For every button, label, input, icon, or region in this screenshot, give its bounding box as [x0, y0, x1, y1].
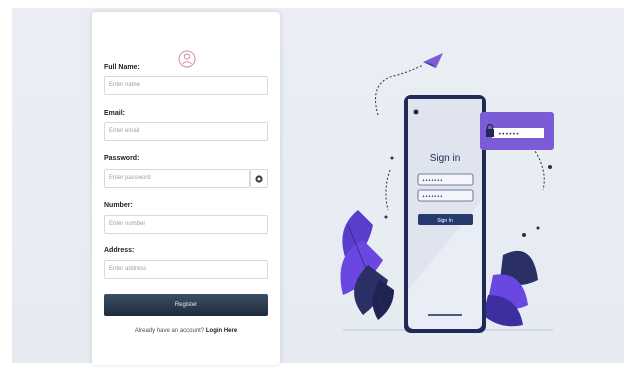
- phone-password-mask: •••••••: [422, 194, 443, 200]
- login-prompt: Already have an account? Login Here: [92, 328, 280, 334]
- eye-icon: [255, 174, 263, 183]
- number-input[interactable]: Enter number: [104, 215, 268, 234]
- number-label: Number:: [104, 202, 133, 209]
- full-name-input[interactable]: Enter name: [104, 76, 268, 95]
- phone-title: Sign in: [430, 153, 461, 164]
- email-label: Email:: [104, 110, 126, 117]
- phone-username-mask: •••••••: [422, 178, 443, 184]
- full-name-label: Full Name:: [104, 64, 140, 71]
- password-label: Password:: [104, 155, 140, 162]
- password-card-mask: ••••••: [498, 131, 519, 138]
- password-input[interactable]: Enter password: [104, 169, 250, 188]
- signin-illustration: Sign in ••••••• ••••••• Sign In ••••••: [340, 53, 554, 333]
- email-input[interactable]: Enter email: [104, 122, 268, 141]
- user-avatar-icon: [178, 50, 196, 68]
- login-prompt-text: Already have an account?: [134, 328, 205, 334]
- phone-signin-label: Sign In: [437, 218, 453, 224]
- address-input[interactable]: Enter address: [104, 260, 268, 279]
- login-link[interactable]: Login Here: [206, 328, 237, 334]
- registration-card: Full Name: Enter name Email: Enter email…: [92, 12, 280, 365]
- register-button[interactable]: Register: [104, 294, 268, 316]
- toggle-password-button[interactable]: [250, 169, 268, 188]
- paper-plane-icon: [423, 53, 443, 68]
- address-label: Address:: [104, 247, 135, 254]
